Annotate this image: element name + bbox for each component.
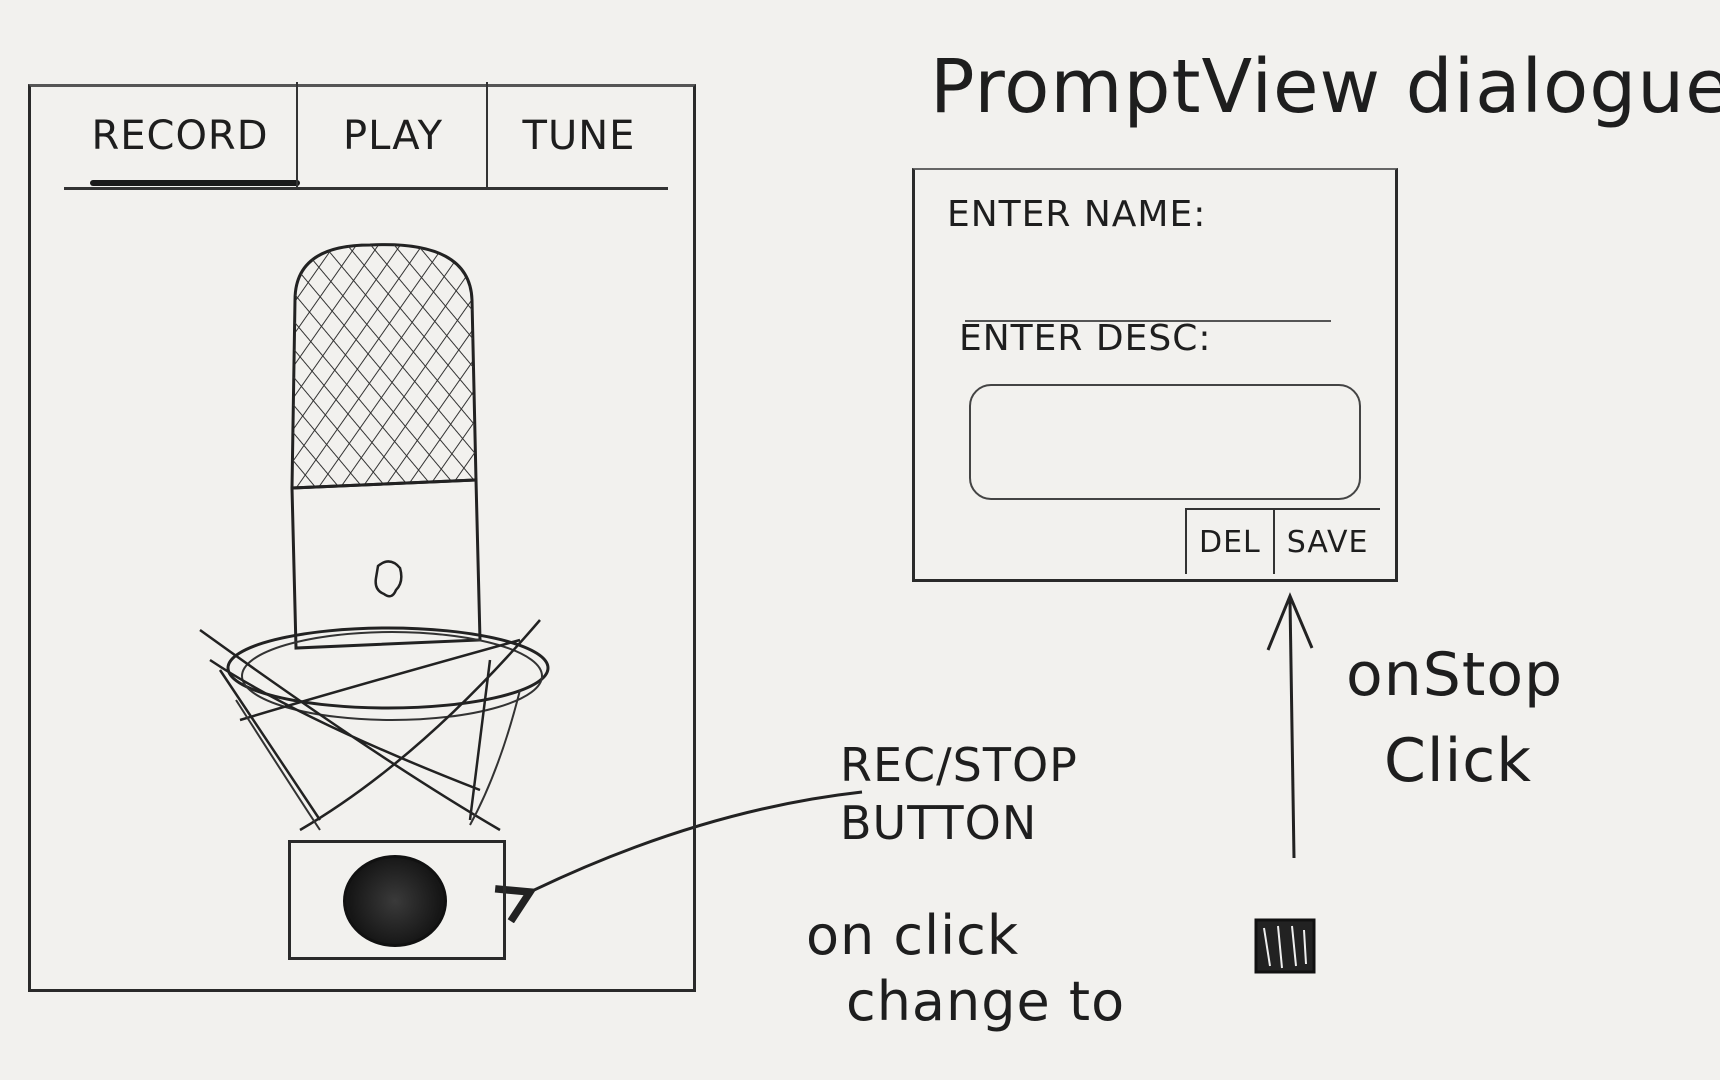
delete-button[interactable]: DEL xyxy=(1185,508,1273,574)
stop-square-icon xyxy=(1254,918,1316,974)
page-title: PromptView dialogue xyxy=(930,44,1720,130)
rec-stop-button[interactable] xyxy=(288,840,506,960)
tab-play[interactable]: PLAY xyxy=(296,82,488,190)
on-stop-note-line2: Click xyxy=(1384,726,1532,796)
desc-input[interactable] xyxy=(969,384,1361,500)
on-click-note-line2: change to xyxy=(846,970,1126,1033)
dialog-button-group: DEL SAVE xyxy=(1185,508,1381,574)
rec-stop-annotation: REC/STOP BUTTON xyxy=(840,738,1078,850)
record-dot-icon xyxy=(343,855,447,947)
tab-play-label: PLAY xyxy=(342,113,443,159)
desc-label: ENTER DESC: xyxy=(959,318,1212,359)
tab-tune[interactable]: TUNE xyxy=(486,82,670,190)
tab-tune-label: TUNE xyxy=(522,113,636,159)
tab-record[interactable]: RECORD xyxy=(64,82,300,190)
active-tab-indicator xyxy=(90,180,300,186)
name-input[interactable] xyxy=(965,268,1331,322)
up-arrow-icon xyxy=(1266,592,1314,859)
on-stop-note-line1: onStop xyxy=(1346,640,1564,710)
tab-bar: RECORD PLAY TUNE xyxy=(64,82,668,190)
on-click-note-line1: on click xyxy=(806,904,1020,967)
name-label: ENTER NAME: xyxy=(947,194,1207,235)
save-button[interactable]: SAVE xyxy=(1272,508,1381,574)
prompt-view-dialog: ENTER NAME: ENTER DESC: DEL SAVE xyxy=(912,168,1398,582)
tab-record-label: RECORD xyxy=(91,113,269,159)
